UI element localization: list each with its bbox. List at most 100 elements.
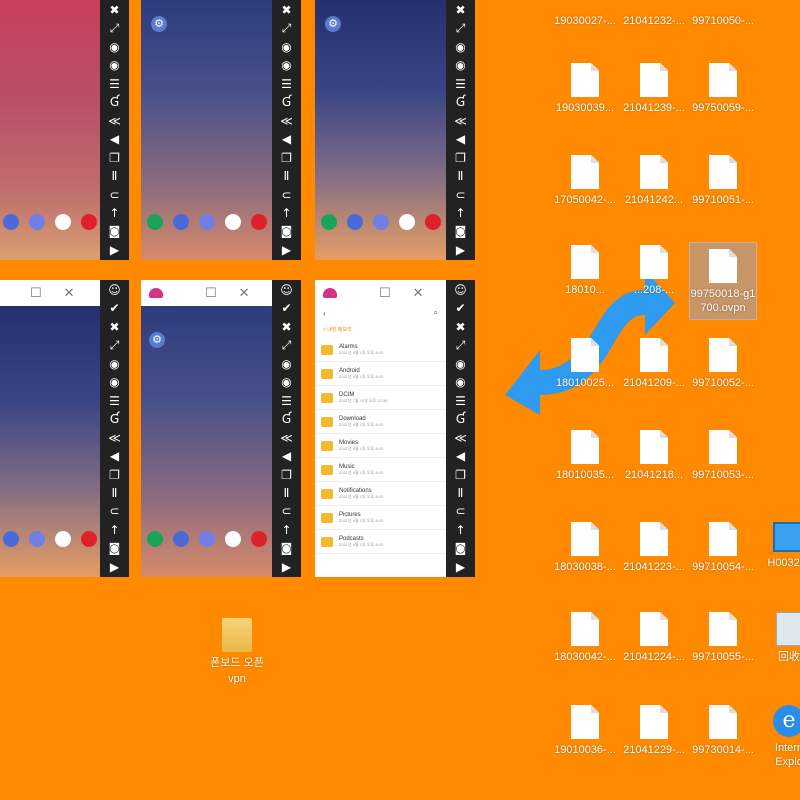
phone-screen[interactable]: ⚙ [141, 306, 272, 577]
browser-icon[interactable] [29, 531, 45, 547]
desktop-file-icon[interactable]: ...208-... [621, 245, 687, 297]
messages-icon[interactable] [172, 531, 189, 547]
screenshot-icon[interactable]: ◙ [277, 541, 297, 555]
copy-icon[interactable]: ❐ [451, 468, 471, 482]
screenshot-icon[interactable]: ◙ [105, 541, 125, 555]
screenshot-icon[interactable]: ◙ [105, 224, 125, 238]
settings-icon[interactable]: ⚙ [151, 16, 167, 32]
eye-icon[interactable]: ◉ [451, 40, 471, 54]
check-icon[interactable]: ✔ [451, 301, 471, 315]
folder-row[interactable]: DCIM 2021년 7월 19일 오후 12:38 [315, 386, 446, 410]
desktop-file-icon[interactable]: 18030042-... [552, 612, 618, 664]
folder-row[interactable]: Pictures 2021년 4월 1일 오후 4:00 [315, 506, 446, 530]
browser-icon[interactable] [198, 531, 215, 547]
volume-icon[interactable]: ◀ [105, 132, 125, 146]
record-icon[interactable]: ▶ [277, 560, 297, 574]
eye-icon[interactable]: ◉ [105, 40, 125, 54]
back-icon[interactable]: ⊂ [277, 188, 297, 202]
camera-icon[interactable] [81, 531, 97, 547]
copy-icon[interactable]: ❐ [105, 151, 125, 165]
desktop-file-icon[interactable]: 19030039... [552, 63, 618, 115]
desktop-file-icon[interactable]: 99750059-... [690, 63, 756, 115]
desktop-file-icon[interactable]: 99730014-... [690, 705, 756, 757]
scroll-icon[interactable]: ≪ [451, 114, 471, 128]
up-icon[interactable]: ↑ [105, 523, 125, 537]
desktop-file-icon[interactable]: 18010025... [552, 338, 618, 390]
phone-window-3[interactable]: ⚙ ✖ ⤢ ◉ ◉ ☰ Ɠ ≪ ◀ ❐ Ⅱ ⊂ ↑ ◙ ▶ [315, 0, 475, 260]
desktop-file-icon[interactable]: 18010035... [552, 430, 618, 482]
desktop-file-icon[interactable]: 21041224-... [621, 612, 687, 664]
eye-icon[interactable]: ◉ [105, 357, 125, 371]
menu-icon[interactable]: ☰ [105, 394, 125, 408]
check-icon[interactable]: ✔ [105, 301, 125, 315]
camera-icon[interactable] [250, 531, 267, 547]
this-pc-icon[interactable]: H0032-... [760, 522, 800, 570]
settings-icon[interactable]: ⚙ [149, 332, 165, 348]
messages-icon[interactable] [3, 214, 19, 230]
phone-screen[interactable]: ⚙ [141, 0, 272, 260]
folder-row[interactable]: Alarms 2021년 4월 1일 오후 4:00 [315, 338, 446, 362]
desktop-file-icon[interactable]: 18030038-... [552, 522, 618, 574]
desktop-file-icon[interactable]: 21041218... [621, 430, 687, 482]
menu-icon[interactable]: ☰ [105, 77, 125, 91]
back-icon[interactable]: ⊂ [451, 504, 471, 518]
rotate-icon[interactable]: Ɠ [105, 412, 125, 426]
folder-row[interactable]: Download 2021년 4월 1일 오후 4:00 [315, 410, 446, 434]
copy-icon[interactable]: ❐ [105, 468, 125, 482]
record-icon[interactable]: ▶ [451, 243, 471, 257]
folder-row[interactable]: Podcasts 2021년 4월 1일 오후 4:00 [315, 530, 446, 554]
phone-window-6[interactable]: ☐ ✕ ‹ ⌕ > 내장 메모리 Alarms 2021년 4월 1일 오후 4:… [315, 280, 475, 577]
desktop-file-icon[interactable]: 19030027-... [552, 0, 618, 28]
maximize-icon[interactable]: ☐ [30, 286, 42, 301]
eye-icon[interactable]: ◉ [451, 375, 471, 389]
android-icon[interactable]: ☺ [277, 283, 297, 297]
phone-app-icon[interactable] [146, 214, 163, 230]
copy-icon[interactable]: ❐ [277, 468, 297, 482]
scroll-icon[interactable]: ≪ [105, 114, 125, 128]
breadcrumb[interactable]: > 내장 메모리 [315, 320, 446, 338]
desktop-file-icon[interactable]: 21041223-... [621, 522, 687, 574]
eye-icon[interactable]: ◉ [277, 375, 297, 389]
play-store-icon[interactable] [55, 531, 71, 547]
browser-icon[interactable] [372, 214, 389, 230]
record-icon[interactable]: ▶ [277, 243, 297, 257]
volume-icon[interactable]: ◀ [105, 449, 125, 463]
browser-icon[interactable] [198, 214, 215, 230]
eye-icon[interactable]: ◉ [105, 375, 125, 389]
desktop-file-icon[interactable]: 99710051-... [690, 155, 756, 207]
play-store-icon[interactable] [398, 214, 415, 230]
desktop-file-icon[interactable]: 99710055-... [690, 612, 756, 664]
desktop-file-icon[interactable]: 21041209-... [621, 338, 687, 390]
folder-row[interactable]: Music 2021년 4월 1일 오후 4:00 [315, 458, 446, 482]
phone-window-4[interactable]: ☐ ✕ ☺ ✔ ✖ ⤢ ◉ ◉ ☰ Ɠ ≪ ◀ ❐ Ⅱ ⊂ ↑ ◙ ▶ [0, 280, 129, 577]
pause-icon[interactable]: Ⅱ [277, 169, 297, 183]
internet-explorer-icon[interactable]: e Intern Explo [764, 705, 800, 769]
maximize-icon[interactable]: ☐ [205, 286, 217, 301]
copy-icon[interactable]: ❐ [277, 151, 297, 165]
menu-icon[interactable]: ☰ [277, 77, 297, 91]
menu-icon[interactable]: ☰ [277, 394, 297, 408]
desktop-file-icon[interactable]: 21041242... [621, 155, 687, 207]
folder-row[interactable]: Android 2021년 4월 1일 오후 4:00 [315, 362, 446, 386]
resize-icon[interactable]: ⤢ [277, 338, 297, 352]
desktop-file-icon[interactable]: 18010... [552, 245, 618, 297]
folder-row[interactable]: Movies 2021년 4월 1일 오후 4:00 [315, 434, 446, 458]
rotate-icon[interactable]: Ɠ [451, 95, 471, 109]
back-icon[interactable]: ⊂ [277, 504, 297, 518]
desktop-file-icon[interactable]: 99750018-g1700.ovpn [689, 242, 757, 320]
up-icon[interactable]: ↑ [451, 206, 471, 220]
eye-icon[interactable]: ◉ [451, 58, 471, 72]
settings-icon[interactable]: ⚙ [325, 16, 341, 32]
back-icon[interactable]: ⊂ [105, 504, 125, 518]
menu-icon[interactable]: ☰ [451, 77, 471, 91]
rotate-icon[interactable]: Ɠ [105, 95, 125, 109]
resize-icon[interactable]: ⤢ [451, 21, 471, 35]
record-icon[interactable]: ▶ [451, 560, 471, 574]
copy-icon[interactable]: ❐ [451, 151, 471, 165]
eye-icon[interactable]: ◉ [105, 58, 125, 72]
camera-icon[interactable] [81, 214, 97, 230]
phone-screen[interactable] [0, 306, 100, 577]
android-icon[interactable]: ☺ [451, 283, 471, 297]
phone-window-1[interactable]: ✖ ⤢ ◉ ◉ ☰ Ɠ ≪ ◀ ❐ Ⅱ ⊂ ↑ ◙ ▶ [0, 0, 129, 260]
desktop-file-icon[interactable]: 99710053-... [690, 430, 756, 482]
